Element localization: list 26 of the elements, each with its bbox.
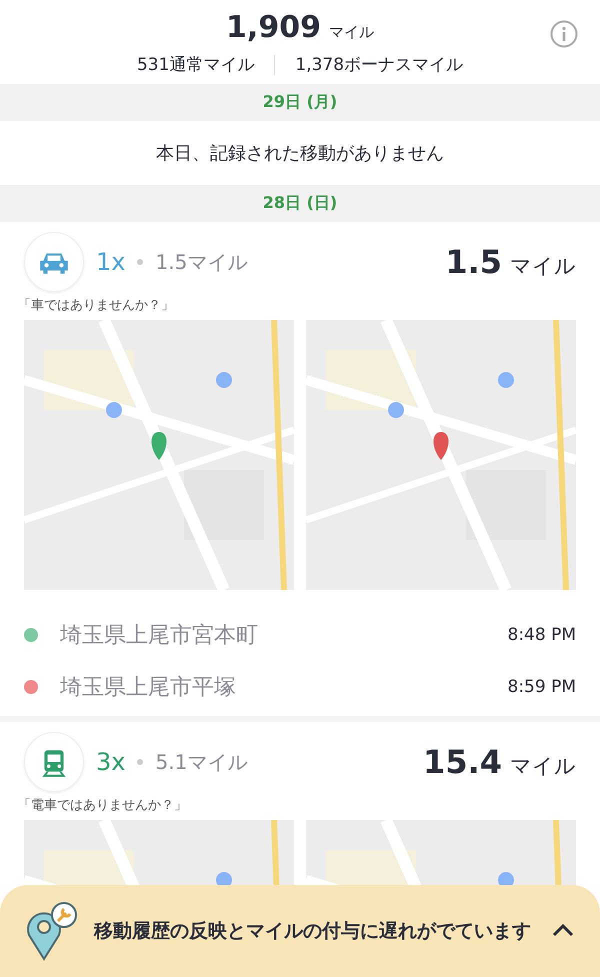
total-miles: 1,909 [226,10,321,45]
notice-message: 移動履歴の反映とマイルの付与に遅れがでています [94,918,532,944]
stop-place: 埼玉県上尾市宮本町 [60,622,258,650]
trip-distance: 1.5マイル [155,248,248,276]
car-icon [24,232,84,292]
multiplier: 3x [96,748,126,776]
multiplier: 1x [96,248,126,276]
trip-miles: 15.4 [423,743,502,781]
stop-time: 8:48 PM [508,625,576,645]
date-header: 29日 (月) [0,84,600,121]
trip-distance: 5.1マイル [155,748,248,776]
regular-miles: 531通常マイル [136,54,254,76]
miles-unit: マイル [510,253,576,280]
location-wrench-icon [24,901,80,961]
miles-unit: マイル [328,23,374,42]
mode-question-link[interactable]: 「電車ではありませんか？」 [18,796,576,814]
trip-miles: 1.5 [445,243,502,281]
train-icon [24,732,84,792]
stop-time: 8:59 PM [508,677,576,697]
bonus-miles: 1,378ボーナスマイル [295,54,464,76]
date-header: 28日 (日) [0,185,600,222]
mode-question-link[interactable]: 「車ではありませんか？」 [18,296,576,314]
miles-unit: マイル [510,753,576,780]
notice-banner[interactable]: 移動履歴の反映とマイルの付与に遅れがでています [0,885,600,977]
stop-place: 埼玉県上尾市平塚 [60,674,236,702]
empty-message: 本日、記録された移動がありません [155,142,445,166]
